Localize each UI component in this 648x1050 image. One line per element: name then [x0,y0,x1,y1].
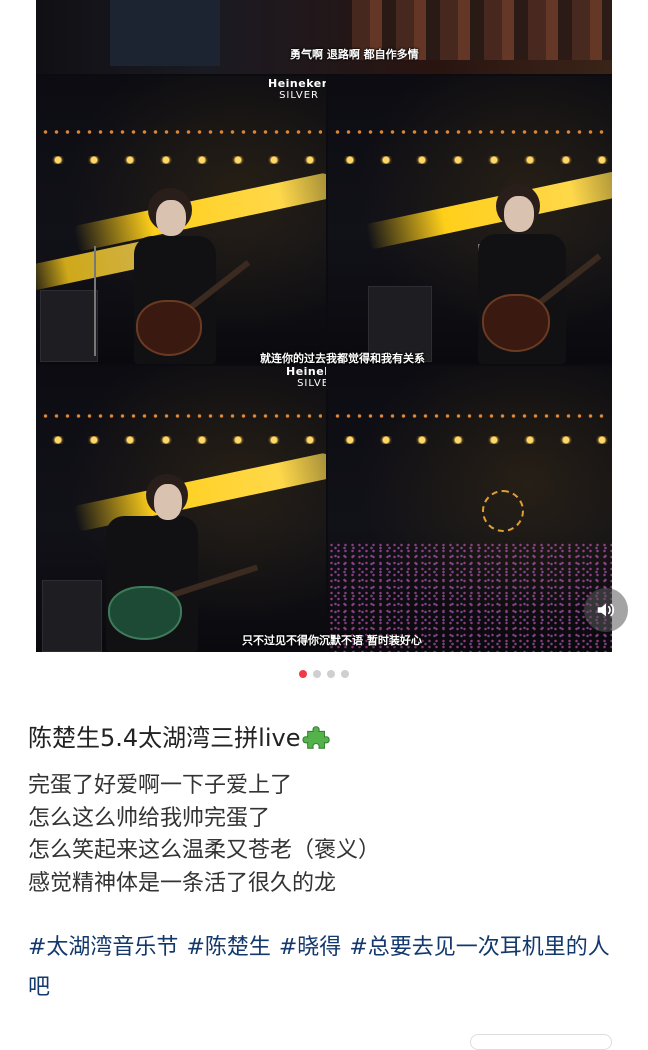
hashtag-link[interactable]: #太湖湾音乐节 [28,935,178,960]
sponsor-logo: HeinekenSILVER [268,77,326,102]
ferris-wheel [482,490,524,532]
hashtag-link[interactable]: #晓得 [279,935,341,960]
page-dot-1[interactable] [299,670,307,678]
carousel-pagination [0,670,648,678]
lyric-caption-bottom: 只不过见不得你沉默不语 暂时装好心 [242,634,422,647]
hashtag-link[interactable]: #陈楚生 [186,935,270,960]
post-line: 怎么笑起来这么温柔又苍老（褒义） [28,838,381,863]
lyric-caption-top: 勇气啊 退路啊 都自作多情 [290,48,419,61]
photo-panel-performer-1: Heineken SILVER [36,76,326,364]
sponsor-logo: HeinekenSILVER [286,366,326,389]
puzzle-piece-icon [302,726,331,749]
photo-panel-crowd [328,366,612,652]
post-body: 完蛋了好爱啊一下子爱上了 怎么这么帅给我帅完蛋了 怎么笑起来这么温柔又苍老（褒义… [28,770,628,900]
post-line: 怎么这么帅给我帅完蛋了 [28,805,271,831]
post-title-text: 陈楚生5.4太湖湾三拼live [28,724,301,752]
page-dot-2[interactable] [313,670,321,678]
lyric-caption-middle: 就连你的过去我都觉得和我有关系 [260,352,425,365]
photo-panel-performer-3: HeinekenSILVER [36,366,326,652]
hashtag-list: #太湖湾音乐节 #陈楚生 #晓得 #总要去见一次耳机里的人吧 [28,928,628,1008]
post-line: 感觉精神体是一条活了很久的龙 [28,870,337,896]
post-title: 陈楚生5.4太湖湾三拼live [28,720,332,756]
photo-panel-performer-2 [328,76,612,364]
comment-entry-pill[interactable] [470,1034,612,1050]
led-screen [110,0,220,66]
sound-toggle-button[interactable] [584,588,628,632]
post-image-carousel[interactable]: 勇气啊 退路啊 都自作多情 Heineken SILVER 就连你的过去我都觉得… [36,0,612,652]
photo-panel-top: 勇气啊 退路啊 都自作多情 [36,0,612,74]
page-dot-3[interactable] [327,670,335,678]
page-dot-4[interactable] [341,670,349,678]
speaker-icon [597,603,615,617]
post-line: 完蛋了好爱啊一下子爱上了 [28,773,293,798]
